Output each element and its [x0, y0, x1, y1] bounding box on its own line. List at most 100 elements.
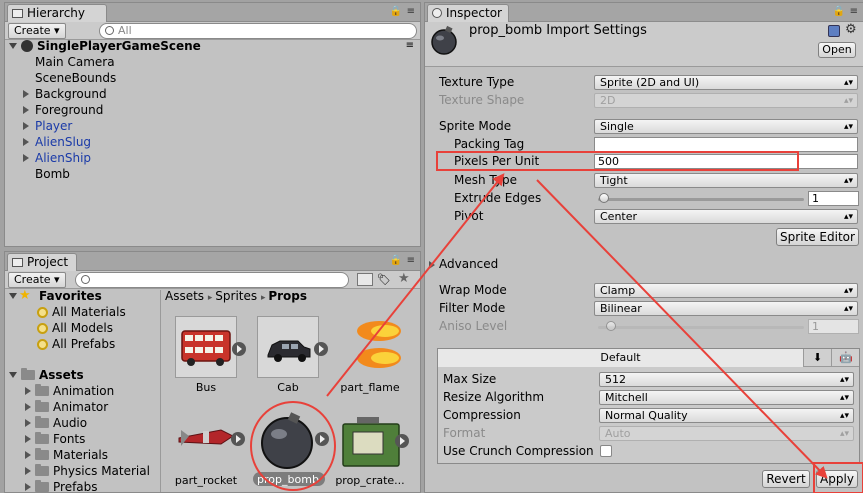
dropdown-arrow-icon: ▴▾ — [843, 122, 853, 132]
resize-algorithm-label: Resize Algorithm — [443, 390, 545, 404]
texture-shape-row: Texture Shape 2D ▴▾ — [0, 92, 863, 109]
dropdown-arrow-icon: ▴▾ — [839, 393, 849, 403]
asset-preview-bomb-icon — [431, 25, 457, 55]
scene-menu-icon[interactable]: ≡ — [406, 38, 414, 54]
hierarchy-create-button[interactable]: Create ▾ — [8, 23, 66, 39]
packing-tag-input[interactable] — [594, 137, 858, 152]
compression-dropdown[interactable]: Normal Quality ▴▾ — [599, 408, 854, 423]
dropdown-arrow-icon: ▴▾ — [843, 304, 853, 314]
play-icon[interactable] — [232, 342, 246, 356]
pivot-row: Pivot Center ▴▾ — [0, 208, 863, 225]
compression-label: Compression — [443, 408, 521, 422]
asset-folder-label: Prefabs — [53, 480, 98, 493]
thumbnail-label: part_rocket — [174, 474, 238, 487]
texture-type-dropdown[interactable]: Sprite (2D and UI) ▴▾ — [594, 75, 858, 90]
aniso-level-input: 1 — [808, 319, 859, 334]
dropdown-arrow-icon: ▴▾ — [839, 375, 849, 385]
lock-icon[interactable]: 🔒 — [833, 6, 845, 17]
wrap-mode-row: Wrap Mode Clamp ▴▾ — [0, 282, 863, 299]
aniso-level-slider — [598, 326, 804, 329]
foldout-closed-icon[interactable] — [429, 261, 435, 269]
format-row: Format Auto ▴▾ — [0, 425, 863, 442]
sprite-mode-dropdown[interactable]: Single ▴▾ — [594, 119, 858, 134]
pixels-per-unit-row: Pixels Per Unit 500 — [0, 153, 863, 170]
packing-tag-row: Packing Tag — [0, 136, 863, 153]
texture-type-row: Texture Type Sprite (2D and UI) ▴▾ — [0, 74, 863, 91]
list-icon — [12, 9, 23, 18]
panel-menu-icon[interactable]: ≡ — [850, 6, 858, 17]
pixels-per-unit-input[interactable]: 500 — [594, 154, 858, 169]
asset-folder-item[interactable]: Physics Material — [23, 463, 150, 479]
mesh-type-value: Tight — [600, 174, 628, 187]
platform-tabs: Default ⬇ 🤖 — [438, 349, 859, 367]
hierarchy-search-input[interactable]: All — [99, 23, 417, 39]
pivot-dropdown[interactable]: Center ▴▾ — [594, 209, 858, 224]
pixels-per-unit-label: Pixels Per Unit — [454, 154, 540, 168]
filter-mode-dropdown[interactable]: Bilinear ▴▾ — [594, 301, 858, 316]
resize-algorithm-value: Mitchell — [605, 391, 648, 404]
sprite-mode-label: Sprite Mode — [439, 119, 512, 133]
texture-shape-label: Texture Shape — [439, 93, 525, 107]
extrude-edges-input[interactable]: 1 — [808, 191, 859, 206]
favorite-item[interactable]: All Prefabs — [37, 336, 115, 352]
unity-scene-icon — [21, 40, 33, 52]
advanced-row[interactable]: Advanced — [0, 256, 863, 273]
crunch-checkbox[interactable] — [600, 445, 612, 457]
hierarchy-tab[interactable]: Hierarchy — [7, 4, 107, 22]
dropdown-arrow-icon: ▴▾ — [843, 96, 853, 106]
aniso-level-label: Aniso Level — [439, 319, 508, 333]
max-size-row: Max Size 512 ▴▾ — [0, 371, 863, 388]
help-book-icon[interactable] — [828, 25, 840, 37]
platform-tab-default[interactable]: Default — [438, 349, 804, 367]
platform-tab-android[interactable]: 🤖 — [832, 349, 860, 367]
platform-default-label: Default — [600, 351, 641, 364]
hierarchy-tabbar: Hierarchy 🔒 ≡ — [5, 3, 420, 22]
folder-icon — [35, 464, 49, 476]
dropdown-arrow-icon: ▴▾ — [839, 411, 849, 421]
asset-folder-item[interactable]: Prefabs — [23, 479, 98, 493]
dropdown-arrow-icon: ▴▾ — [843, 78, 853, 88]
sprite-mode-row: Sprite Mode Single ▴▾ — [0, 118, 863, 135]
texture-shape-value: 2D — [600, 94, 616, 107]
dropdown-arrow-icon: ▴▾ — [843, 286, 853, 296]
crunch-row: Use Crunch Compression — [0, 443, 863, 460]
filter-mode-value: Bilinear — [600, 302, 642, 315]
gear-icon[interactable]: ⚙ — [845, 22, 857, 37]
aniso-level-row: Aniso Level 1 — [0, 318, 863, 335]
sprite-editor-button[interactable]: Sprite Editor — [776, 228, 859, 246]
open-button[interactable]: Open — [818, 42, 856, 58]
filter-mode-row: Filter Mode Bilinear ▴▾ — [0, 300, 863, 317]
extrude-edges-slider-knob[interactable] — [599, 193, 609, 203]
wrap-mode-value: Clamp — [600, 284, 636, 297]
texture-type-value: Sprite (2D and UI) — [600, 76, 700, 89]
pivot-label: Pivot — [454, 209, 484, 223]
max-size-dropdown[interactable]: 512 ▴▾ — [599, 372, 854, 387]
saved-search-icon — [37, 339, 48, 350]
dropdown-arrow-icon: ▴▾ — [843, 176, 853, 186]
extrude-edges-label: Extrude Edges — [454, 191, 542, 205]
platform-tab-standalone[interactable]: ⬇ — [804, 349, 832, 367]
compression-value: Normal Quality — [605, 409, 688, 422]
download-icon: ⬇ — [812, 351, 823, 364]
format-dropdown: Auto ▴▾ — [599, 426, 854, 441]
foldout-closed-icon[interactable] — [25, 483, 31, 491]
format-label: Format — [443, 426, 486, 440]
panel-menu-icon[interactable]: ≡ — [407, 6, 415, 17]
format-value: Auto — [605, 427, 631, 440]
inspector-title: prop_bomb Import Settings — [469, 23, 647, 38]
lock-icon[interactable]: 🔒 — [390, 6, 402, 17]
foldout-open-icon[interactable] — [9, 43, 17, 49]
wrap-mode-dropdown[interactable]: Clamp ▴▾ — [594, 283, 858, 298]
mesh-type-dropdown[interactable]: Tight ▴▾ — [594, 173, 858, 188]
max-size-value: 512 — [605, 373, 626, 386]
extrude-edges-slider[interactable] — [598, 198, 804, 201]
play-icon[interactable] — [314, 342, 328, 356]
revert-button[interactable]: Revert — [762, 470, 810, 488]
android-icon: 🤖 — [839, 351, 853, 364]
foldout-closed-icon[interactable] — [25, 467, 31, 475]
inspector-tab[interactable]: Inspector — [427, 4, 509, 22]
scene-row[interactable]: SinglePlayerGameScene ≡ — [7, 38, 418, 54]
resize-algorithm-dropdown[interactable]: Mitchell ▴▾ — [599, 390, 854, 405]
apply-button[interactable]: Apply — [816, 470, 858, 488]
hierarchy-item-label: Main Camera — [35, 55, 115, 69]
